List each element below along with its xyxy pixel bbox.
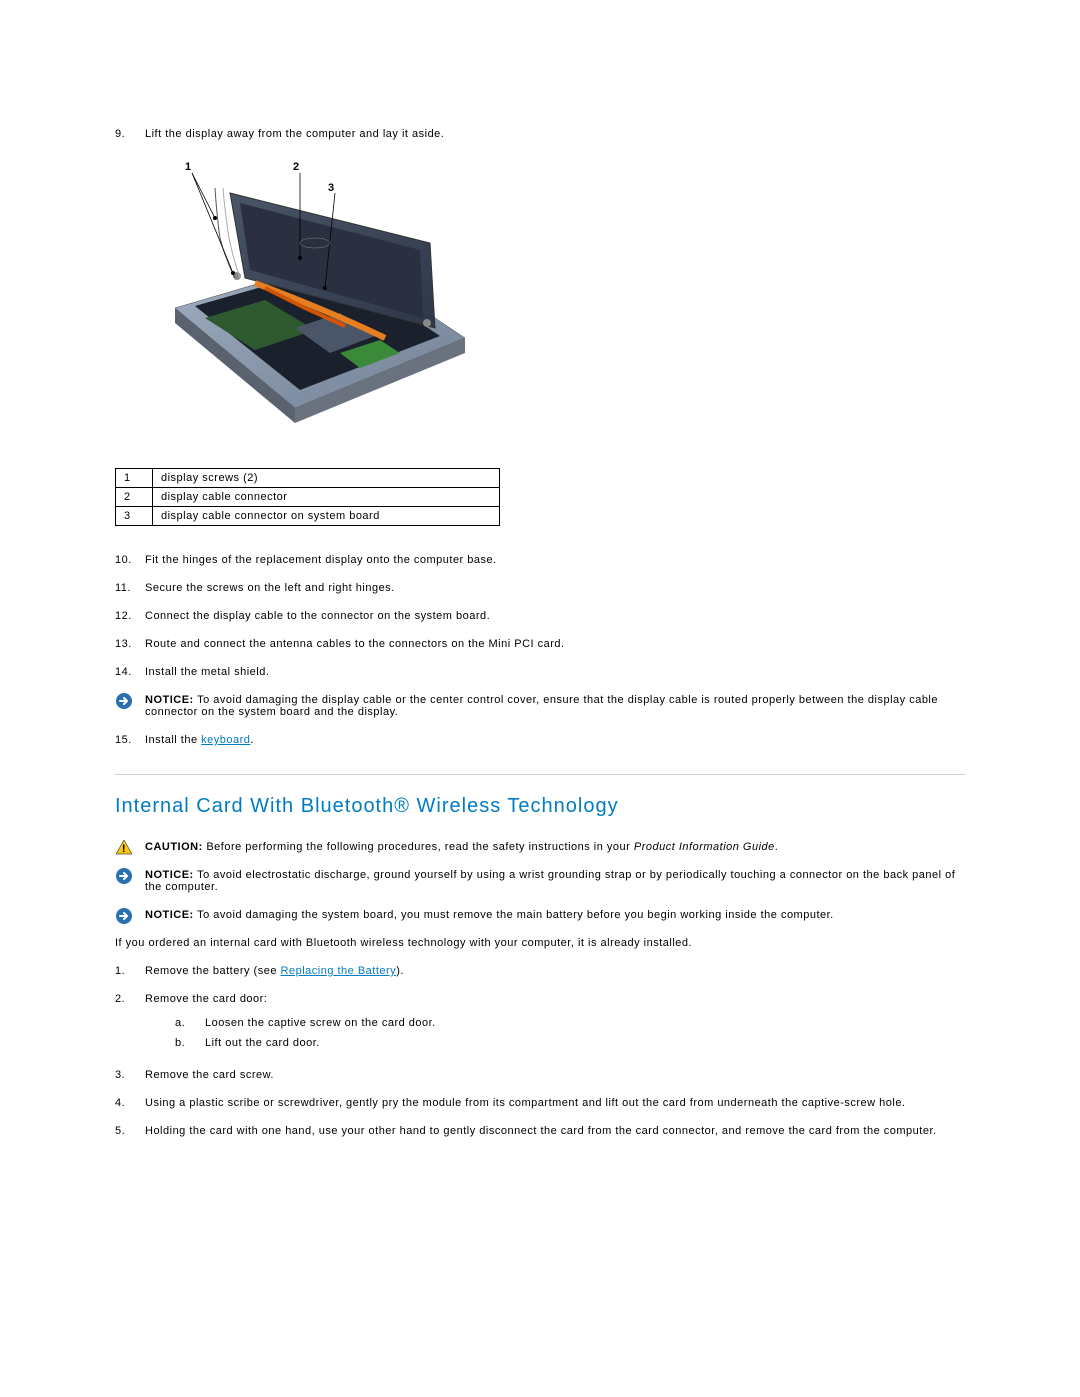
step-text: Using a plastic scribe or screwdriver, g… [145,1097,906,1109]
step-number: 15. [115,734,132,746]
step-number: 1. [115,965,125,977]
step-12: 12. Connect the display cable to the con… [115,602,965,630]
notice-text: To avoid damaging the display cable or t… [145,694,938,718]
diagram-legend-table: 1 display screws (2) 2 display cable con… [115,468,500,526]
laptop-diagram-svg [165,158,475,448]
step-text: Remove the card screw. [145,1069,274,1081]
step-text-suffix: ). [396,965,404,977]
legend-row: 1 display screws (2) [116,469,500,488]
bt-step-2b: b. Lift out the card door. [175,1033,965,1053]
bt-step-3: 3. Remove the card screw. [115,1061,965,1089]
notice-text: To avoid damaging the system board, you … [194,909,834,921]
step-number: 11. [115,582,131,594]
step-number: 3. [115,1069,125,1081]
caution-text-italic: Product Information Guide [634,841,775,853]
caution-text-suffix: . [775,841,779,853]
notice-esd: NOTICE: To avoid electrostatic discharge… [115,861,965,901]
sub-text: Lift out the card door. [205,1037,320,1049]
legend-num: 3 [116,507,153,526]
step-15: 15. Install the keyboard. [115,726,965,754]
svg-text:!: ! [122,843,126,855]
notice-icon [115,867,133,885]
step-14: 14. Install the metal shield. [115,658,965,686]
notice-display-cable: NOTICE: To avoid damaging the display ca… [115,686,965,726]
notice-label: NOTICE: [145,909,194,921]
legend-text: display cable connector on system board [153,507,500,526]
legend-text: display cable connector [153,488,500,507]
sub-letter: b. [175,1037,185,1049]
sub-letter: a. [175,1017,185,1029]
caution-text-prefix: Before performing the following procedur… [203,841,634,853]
callout-2: 2 [293,161,300,173]
step-text: Remove the card door: [145,993,267,1005]
step-text: Route and connect the antenna cables to … [145,638,565,650]
legend-row: 3 display cable connector on system boar… [116,507,500,526]
step-text: Holding the card with one hand, use your… [145,1125,937,1137]
step-number: 10. [115,554,132,566]
sub-text: Loosen the captive screw on the card doo… [205,1017,436,1029]
bt-step-1: 1. Remove the battery (see Replacing the… [115,957,965,985]
callout-1: 1 [185,161,192,173]
step-text-prefix: Install the [145,734,201,746]
callout-3: 3 [328,182,335,194]
step-text-suffix: . [250,734,254,746]
bt-step-5: 5. Holding the card with one hand, use y… [115,1117,965,1145]
section-divider [115,774,965,775]
bluetooth-intro: If you ordered an internal card with Blu… [115,929,965,957]
caution-icon: ! [115,839,133,855]
step-10: 10. Fit the hinges of the replacement di… [115,546,965,574]
step-number: 12. [115,610,132,622]
legend-num: 2 [116,488,153,507]
step-number: 4. [115,1097,125,1109]
step-number: 14. [115,666,132,678]
step-text: Secure the screws on the left and right … [145,582,395,594]
step-number: 9. [115,128,125,140]
notice-icon [115,907,133,925]
step-number: 13. [115,638,132,650]
display-diagram: 1 2 3 [165,158,475,448]
bt-step-2: 2. Remove the card door: a. Loosen the c… [115,985,965,1061]
step-9: 9. Lift the display away from the comput… [115,120,965,148]
step-text-prefix: Remove the battery (see [145,965,281,977]
notice-text: To avoid electrostatic discharge, ground… [145,869,955,893]
replacing-battery-link[interactable]: Replacing the Battery [281,965,397,977]
notice-icon [115,692,133,710]
caution-label: CAUTION: [145,841,203,853]
legend-row: 2 display cable connector [116,488,500,507]
step-text: Lift the display away from the computer … [145,128,444,140]
keyboard-link[interactable]: keyboard [201,734,250,746]
caution-block: ! CAUTION: Before performing the followi… [115,833,965,861]
step-number: 2. [115,993,125,1005]
bt-step-2a: a. Loosen the captive screw on the card … [175,1013,965,1033]
step-text: Fit the hinges of the replacement displa… [145,554,497,566]
step-11: 11. Secure the screws on the left and ri… [115,574,965,602]
step-text: Install the metal shield. [145,666,269,678]
bt-step-4: 4. Using a plastic scribe or screwdriver… [115,1089,965,1117]
step-13: 13. Route and connect the antenna cables… [115,630,965,658]
legend-text: display screws (2) [153,469,500,488]
bluetooth-section-heading: Internal Card With Bluetooth® Wireless T… [115,795,965,818]
notice-label: NOTICE: [145,694,194,706]
step-number: 5. [115,1125,125,1137]
notice-battery: NOTICE: To avoid damaging the system boa… [115,901,965,929]
notice-label: NOTICE: [145,869,194,881]
step-text: Connect the display cable to the connect… [145,610,490,622]
legend-num: 1 [116,469,153,488]
